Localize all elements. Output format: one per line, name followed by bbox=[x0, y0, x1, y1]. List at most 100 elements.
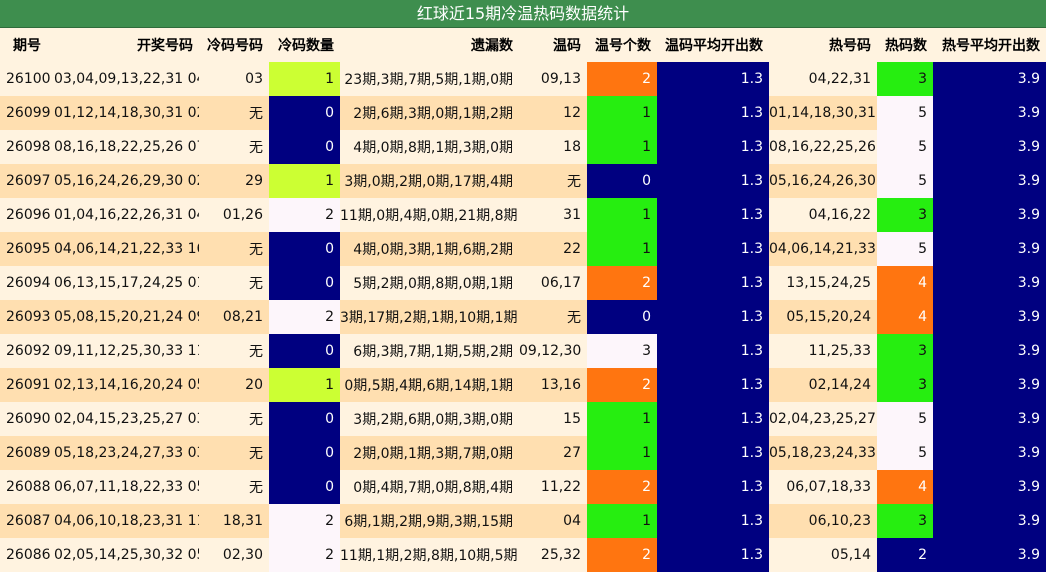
cell-warm-avg: 1.3 bbox=[657, 334, 769, 368]
header-cold: 冷码号码 bbox=[199, 28, 269, 62]
cell-numbers: 04,06,10,18,23,31 11 bbox=[54, 504, 199, 538]
cell-cold: 20 bbox=[199, 368, 269, 402]
cell-hot-avg: 3.9 bbox=[933, 130, 1046, 164]
table-title: 红球近15期冷温热码数据统计 bbox=[0, 0, 1046, 28]
cell-warm: 31 bbox=[519, 198, 587, 232]
table-row: 26094 06,13,15,17,24,25 01 无 0 5期,2期,0期,8期,0… bbox=[0, 266, 1046, 300]
cell-miss: 11期,1期,2期,8期,10期,5期 bbox=[340, 538, 519, 572]
cell-cold-count: 0 bbox=[269, 130, 340, 164]
cell-cold: 03 bbox=[199, 62, 269, 96]
cell-warm-avg: 1.3 bbox=[657, 266, 769, 300]
cell-issue: 26089 bbox=[0, 436, 54, 470]
cell-issue: 26086 bbox=[0, 538, 54, 572]
cell-numbers: 02,04,15,23,25,27 03 bbox=[54, 402, 199, 436]
cell-warm-avg: 1.3 bbox=[657, 232, 769, 266]
cell-warm: 12 bbox=[519, 96, 587, 130]
table-row: 26087 04,06,10,18,23,31 11 18,31 2 6期,1期,2期,… bbox=[0, 504, 1046, 538]
cell-issue: 26088 bbox=[0, 470, 54, 504]
cell-cold: 无 bbox=[199, 130, 269, 164]
cell-cold: 18,31 bbox=[199, 504, 269, 538]
cell-hot-avg: 3.9 bbox=[933, 198, 1046, 232]
cell-warm-count: 0 bbox=[587, 164, 657, 198]
cell-issue: 26090 bbox=[0, 402, 54, 436]
cell-hot-count: 5 bbox=[877, 96, 933, 130]
header-warm: 温码 bbox=[519, 28, 587, 62]
header-warm-count: 温号个数 bbox=[587, 28, 657, 62]
cell-numbers: 04,06,14,21,22,33 16 bbox=[54, 232, 199, 266]
cell-hot-count: 4 bbox=[877, 300, 933, 334]
cell-cold-count: 1 bbox=[269, 164, 340, 198]
cell-issue: 26091 bbox=[0, 368, 54, 402]
header-hot-avg: 热号平均开出数 bbox=[933, 28, 1046, 62]
cell-numbers: 08,16,18,22,25,26 07 bbox=[54, 130, 199, 164]
cell-hot-avg: 3.9 bbox=[933, 300, 1046, 334]
table-row: 26091 02,13,14,16,20,24 05 20 1 0期,5期,4期,6期,… bbox=[0, 368, 1046, 402]
cell-warm-avg: 1.3 bbox=[657, 504, 769, 538]
cell-cold-count: 0 bbox=[269, 402, 340, 436]
cell-warm: 27 bbox=[519, 436, 587, 470]
cell-warm-count: 2 bbox=[587, 368, 657, 402]
cell-issue: 26092 bbox=[0, 334, 54, 368]
cell-warm-avg: 1.3 bbox=[657, 368, 769, 402]
cell-hot-count: 3 bbox=[877, 504, 933, 538]
cell-miss: 0期,5期,4期,6期,14期,1期 bbox=[340, 368, 519, 402]
cell-numbers: 05,08,15,20,21,24 09 bbox=[54, 300, 199, 334]
cell-warm-count: 2 bbox=[587, 538, 657, 572]
table-row: 26096 01,04,16,22,26,31 04 01,26 2 11期,0期,4期… bbox=[0, 198, 1046, 232]
cell-numbers: 05,16,24,26,29,30 02 bbox=[54, 164, 199, 198]
cell-hot: 05,16,24,26,30 bbox=[769, 164, 877, 198]
cell-cold: 无 bbox=[199, 232, 269, 266]
cell-warm: 15 bbox=[519, 402, 587, 436]
cell-miss: 3期,17期,2期,1期,10期,1期 bbox=[340, 300, 519, 334]
cell-warm: 22 bbox=[519, 232, 587, 266]
cell-numbers: 09,11,12,25,30,33 11 bbox=[54, 334, 199, 368]
cell-warm: 11,22 bbox=[519, 470, 587, 504]
cell-hot: 01,14,18,30,31 bbox=[769, 96, 877, 130]
table-row: 26095 04,06,14,21,22,33 16 无 0 4期,0期,3期,1期,6… bbox=[0, 232, 1046, 266]
cell-cold-count: 2 bbox=[269, 538, 340, 572]
cell-warm-avg: 1.3 bbox=[657, 130, 769, 164]
cell-numbers: 02,13,14,16,20,24 05 bbox=[54, 368, 199, 402]
table-row: 26089 05,18,23,24,27,33 03 无 0 2期,0期,1期,3期,7… bbox=[0, 436, 1046, 470]
header-miss: 遗漏数 bbox=[340, 28, 519, 62]
cell-hot-count: 5 bbox=[877, 402, 933, 436]
cell-warm: 无 bbox=[519, 164, 587, 198]
cell-miss: 6期,3期,7期,1期,5期,2期 bbox=[340, 334, 519, 368]
cell-warm-avg: 1.3 bbox=[657, 164, 769, 198]
table-row: 26097 05,16,24,26,29,30 02 29 1 3期,0期,2期,0期,… bbox=[0, 164, 1046, 198]
cell-warm-count: 1 bbox=[587, 504, 657, 538]
table-row: 26092 09,11,12,25,30,33 11 无 0 6期,3期,7期,1期,5… bbox=[0, 334, 1046, 368]
cell-hot: 05,15,20,24 bbox=[769, 300, 877, 334]
cell-cold: 08,21 bbox=[199, 300, 269, 334]
cell-miss: 23期,3期,7期,5期,1期,0期 bbox=[340, 62, 519, 96]
cell-numbers: 02,05,14,25,30,32 05 bbox=[54, 538, 199, 572]
cell-numbers: 03,04,09,13,22,31 04 bbox=[54, 62, 199, 96]
cell-cold-count: 0 bbox=[269, 334, 340, 368]
cell-hot: 05,14 bbox=[769, 538, 877, 572]
cell-hot-avg: 3.9 bbox=[933, 470, 1046, 504]
cell-hot-avg: 3.9 bbox=[933, 402, 1046, 436]
cell-hot-count: 5 bbox=[877, 436, 933, 470]
cell-warm-count: 1 bbox=[587, 198, 657, 232]
cell-warm-count: 2 bbox=[587, 266, 657, 300]
header-issue: 期号 bbox=[0, 28, 54, 62]
cell-hot: 06,10,23 bbox=[769, 504, 877, 538]
cell-cold: 无 bbox=[199, 402, 269, 436]
cell-hot-avg: 3.9 bbox=[933, 164, 1046, 198]
table-row: 26093 05,08,15,20,21,24 09 08,21 2 3期,17期,2期… bbox=[0, 300, 1046, 334]
cell-issue: 26099 bbox=[0, 96, 54, 130]
cell-cold-count: 1 bbox=[269, 62, 340, 96]
cell-issue: 26098 bbox=[0, 130, 54, 164]
header-numbers: 开奖号码 bbox=[54, 28, 199, 62]
cell-hot: 05,18,23,24,33 bbox=[769, 436, 877, 470]
cell-hot-count: 5 bbox=[877, 130, 933, 164]
cell-warm-avg: 1.3 bbox=[657, 198, 769, 232]
cell-cold: 无 bbox=[199, 266, 269, 300]
cell-warm: 04 bbox=[519, 504, 587, 538]
cell-miss: 0期,4期,7期,0期,8期,4期 bbox=[340, 470, 519, 504]
cell-warm: 06,17 bbox=[519, 266, 587, 300]
cell-miss: 6期,1期,2期,9期,3期,15期 bbox=[340, 504, 519, 538]
cell-warm-avg: 1.3 bbox=[657, 96, 769, 130]
cell-warm-avg: 1.3 bbox=[657, 538, 769, 572]
cell-warm-count: 1 bbox=[587, 232, 657, 266]
